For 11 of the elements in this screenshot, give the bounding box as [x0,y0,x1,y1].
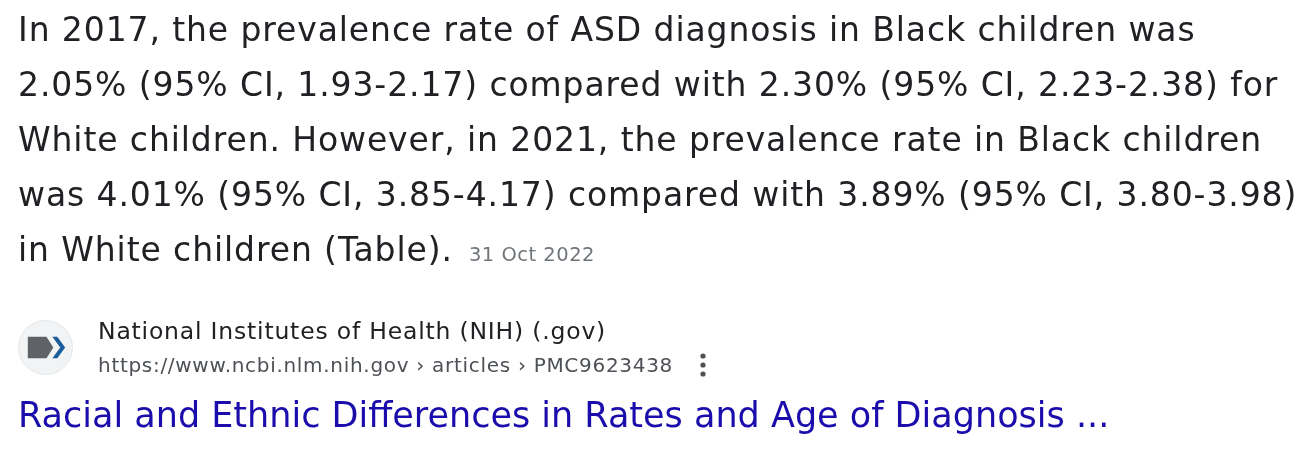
site-url[interactable]: https://www.ncbi.nlm.nih.gov › articles › PMC9623438 [98,352,673,378]
snippet-line: in White children (Table). [18,229,453,271]
site-logo-icon[interactable] [18,319,73,375]
result-title-link[interactable]: Racial and Ethnic Differences in Rates and Age of Diagnosis ... [18,394,1110,436]
more-options-icon[interactable] [700,353,706,377]
snippet-line: was 4.01% (95% CI, 3.85-4.17) compared with 3.89% (95% CI, 3.80-3.98) [18,174,1298,216]
snippet-line: White children. However, in 2021, the prevalence rate in Black children [18,119,1263,161]
site-name[interactable]: National Institutes of Health (NIH) (.gov) [98,316,706,346]
snippet-line: 2.05% (95% CI, 1.93-2.17) compared with 2.30% (95% CI, 2.23-2.38) for [18,64,1279,106]
snippet-line: In 2017, the prevalence rate of ASD diagnosis in Black children was [18,9,1196,51]
snippet-date: 31 Oct 2022 [468,242,595,268]
